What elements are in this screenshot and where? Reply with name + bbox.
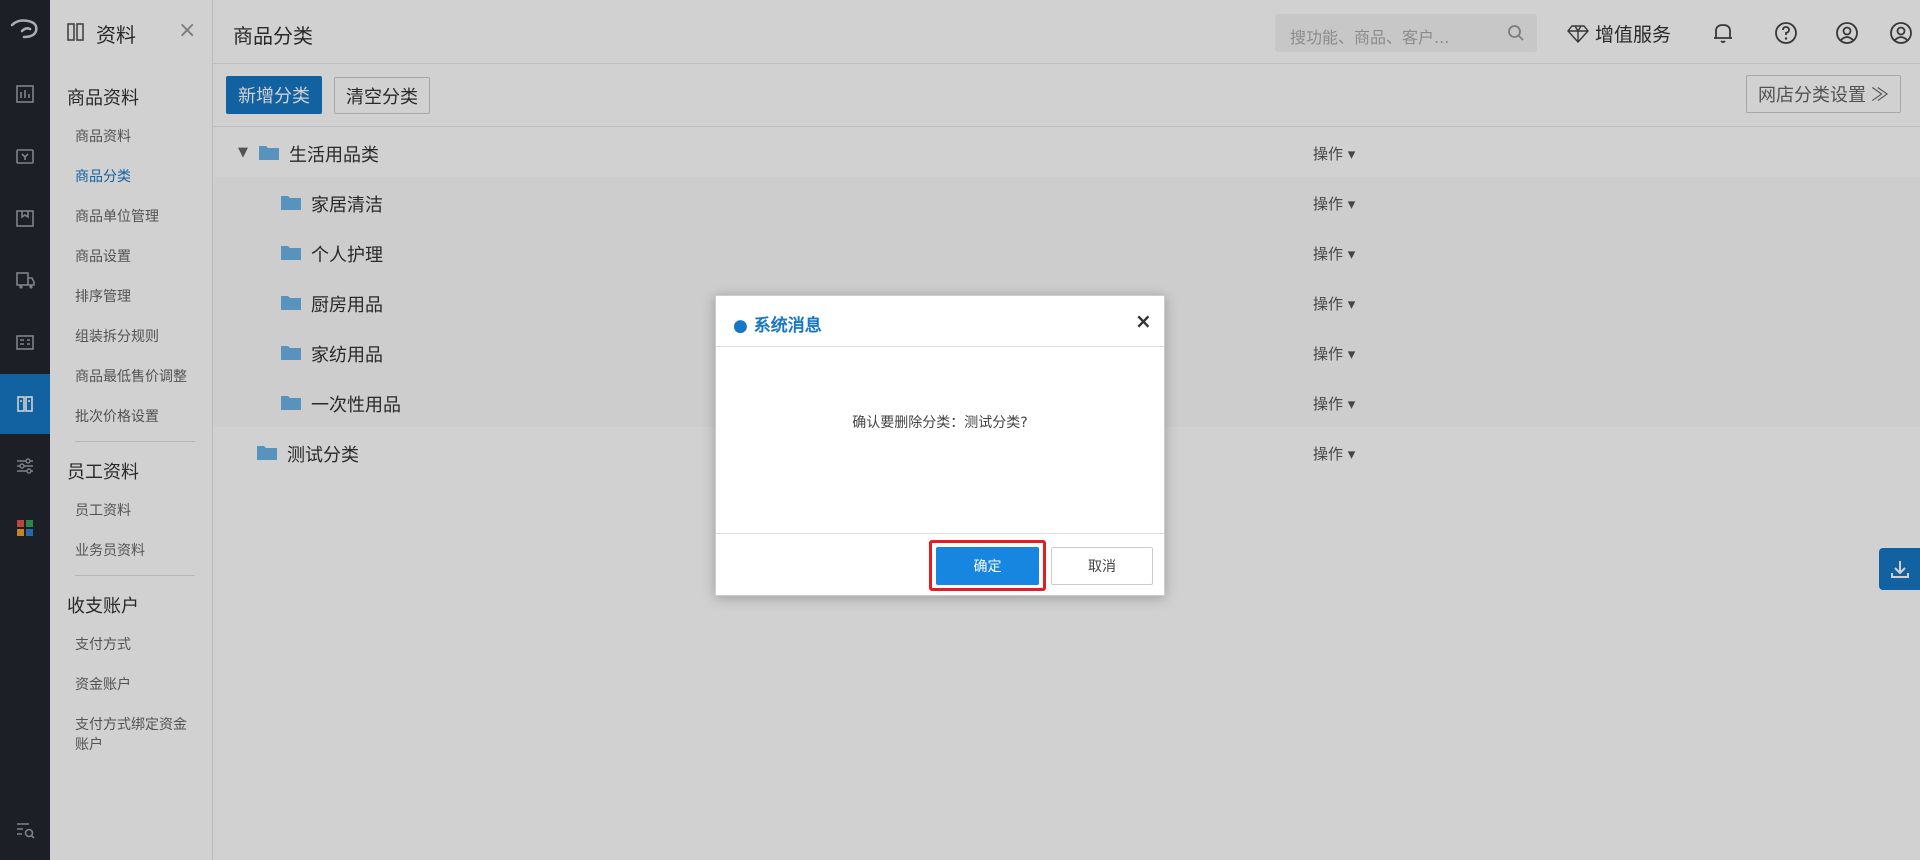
confirm-dialog: ● 系统消息 × 确认要删除分类：测试分类? 确定 取消 xyxy=(715,295,1165,596)
dialog-title: ● 系统消息 xyxy=(733,316,822,336)
cancel-button[interactable]: 取消 xyxy=(1051,547,1153,585)
dialog-message: 确认要删除分类：测试分类? xyxy=(852,415,1028,431)
confirm-button[interactable]: 确定 xyxy=(936,547,1039,585)
dialog-header: ● 系统消息 × xyxy=(716,296,1164,347)
dialog-body: 确认要删除分类：测试分类? xyxy=(716,347,1164,533)
dialog-footer: 确定 取消 xyxy=(716,533,1164,596)
dialog-close-icon[interactable]: × xyxy=(1135,309,1152,333)
